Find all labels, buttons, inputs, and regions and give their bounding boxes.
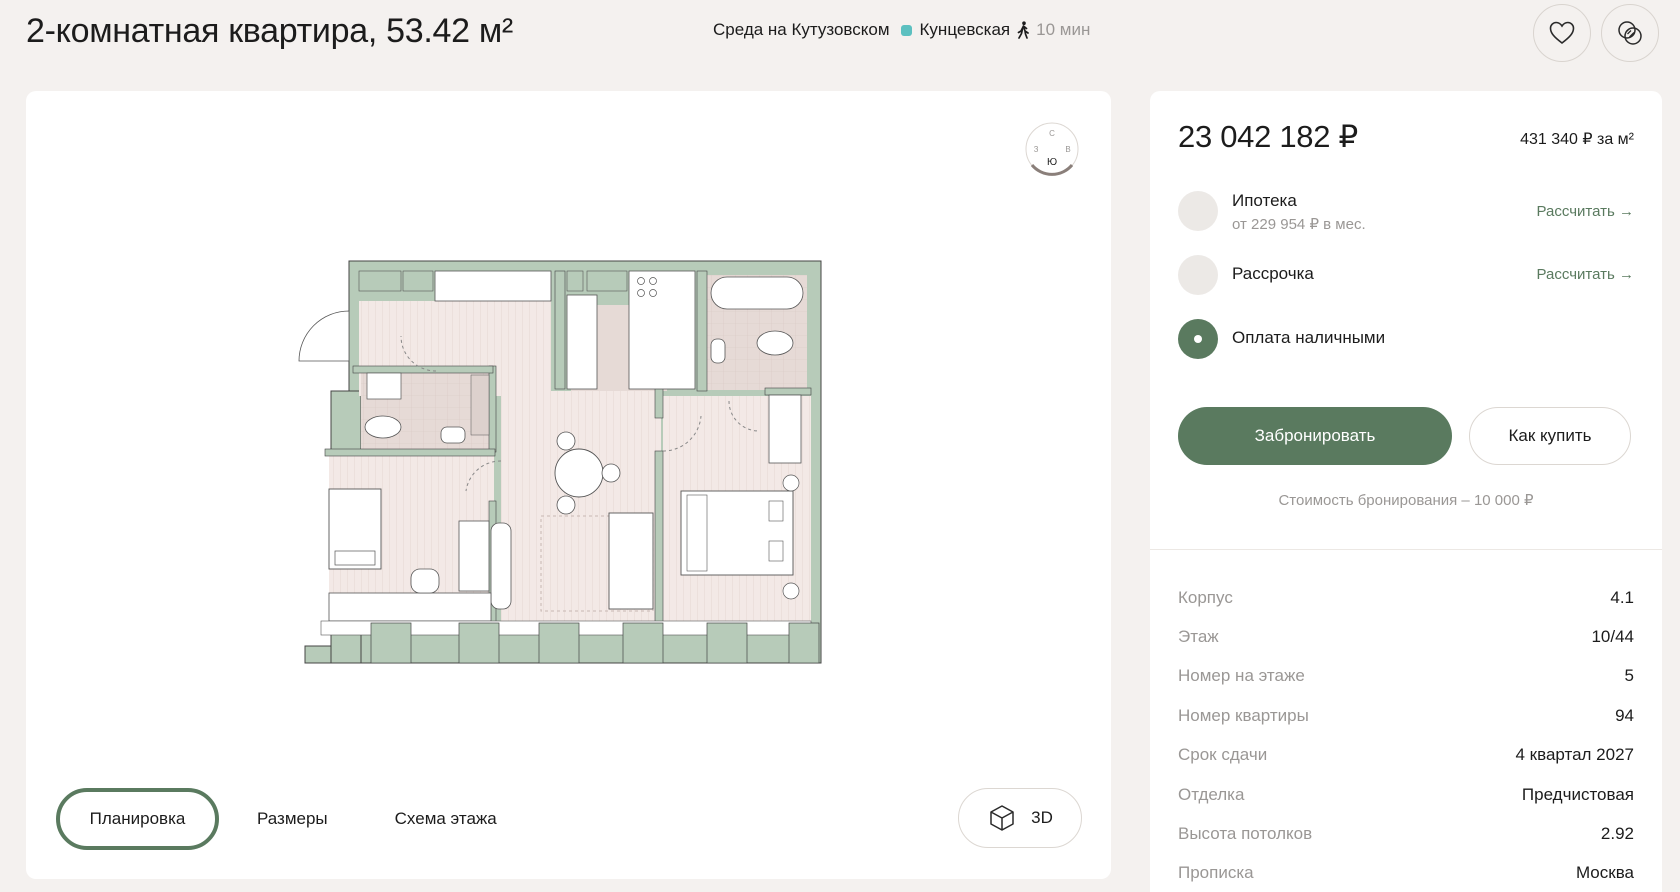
favorite-button[interactable]	[1533, 4, 1591, 62]
cash-radio[interactable]	[1178, 319, 1218, 359]
compass-north: С	[1049, 129, 1055, 138]
payment-option-installment[interactable]: Рассрочка Рассчитать →	[1178, 255, 1634, 299]
property-key: Прописка	[1178, 863, 1254, 883]
property-row: Срок сдачи 4 квартал 2027	[1178, 736, 1634, 775]
divider	[1150, 549, 1662, 550]
property-row: Номер на этаже 5	[1178, 657, 1634, 696]
mortgage-label: Ипотека	[1232, 191, 1297, 210]
property-value: 10/44	[1591, 627, 1634, 647]
compass-west: З	[1034, 145, 1039, 154]
property-key: Этаж	[1178, 627, 1219, 647]
floorplan-card: С З В Ю Планировка Размеры Схема этажа 3…	[26, 91, 1111, 879]
property-row: Прописка Москва	[1178, 854, 1634, 892]
property-value: 2.92	[1600, 824, 1634, 844]
book-button[interactable]: Забронировать	[1178, 407, 1452, 465]
property-value: 5	[1624, 666, 1634, 686]
compass-east: В	[1065, 145, 1070, 154]
property-row: Корпус 4.1	[1178, 578, 1634, 617]
payment-option-mortgage[interactable]: Ипотека от 229 954 ₽ в мес. Рассчитать →	[1178, 191, 1634, 235]
cash-label: Оплата наличными	[1232, 328, 1386, 347]
mortgage-monthly: от 229 954 ₽ в мес.	[1232, 216, 1366, 233]
how-to-buy-button[interactable]: Как купить	[1469, 407, 1631, 465]
property-key: Номер на этаже	[1178, 666, 1305, 686]
compass-south: Ю	[1047, 157, 1057, 168]
location-info: Среда на Кутузовском Кунцевская 10 мин	[713, 20, 1090, 40]
view-3d-button[interactable]: 3D	[958, 788, 1082, 848]
booking-cost-note: Стоимость бронирования – 10 000 ₽	[1278, 492, 1534, 509]
payment-option-cash[interactable]: Оплата наличными	[1178, 319, 1634, 363]
property-value: Москва	[1575, 863, 1634, 883]
compare-icon	[1618, 21, 1642, 45]
page-title: 2-комнатная квартира, 53.42 м²	[26, 12, 513, 50]
property-value: Предчистовая	[1521, 784, 1634, 804]
price: 23 042 182 ₽	[1178, 119, 1358, 154]
installment-label: Рассрочка	[1232, 264, 1314, 283]
property-key: Срок сдачи	[1178, 745, 1268, 765]
property-key: Отделка	[1178, 784, 1245, 804]
property-row: Отделка Предчистовая	[1178, 775, 1634, 814]
property-value: 4.1	[1610, 587, 1634, 607]
property-key: Высота потолков	[1178, 824, 1313, 844]
property-key: Номер квартиры	[1178, 705, 1309, 725]
property-row: Высота потолков 2.92	[1178, 814, 1634, 853]
property-value: 94	[1615, 705, 1634, 725]
floorplan-image	[298, 260, 822, 664]
tab-dimensions[interactable]: Размеры	[257, 788, 328, 850]
property-key: Корпус	[1178, 587, 1233, 607]
installment-radio[interactable]	[1178, 255, 1218, 295]
heart-icon	[1549, 21, 1575, 45]
compare-button[interactable]	[1601, 4, 1659, 62]
tab-layout[interactable]: Планировка	[56, 788, 219, 850]
metro-line-icon	[900, 24, 912, 36]
walking-icon	[1017, 21, 1029, 39]
property-row: Этаж 10/44	[1178, 617, 1634, 656]
plan-tabs: Планировка Размеры Схема этажа	[56, 788, 497, 850]
tab-floor-scheme[interactable]: Схема этажа	[395, 788, 497, 850]
view-3d-label: 3D	[1031, 808, 1053, 827]
walk-time: 10 мин	[1036, 20, 1091, 39]
metro-station: Кунцевская	[919, 20, 1011, 39]
property-row: Номер квартиры 94	[1178, 696, 1634, 735]
mortgage-radio[interactable]	[1178, 191, 1218, 231]
apartment-properties: Корпус 4.1 Этаж 10/44 Номер на этаже 5 Номе…	[1178, 578, 1634, 892]
page-header: 2-комнатная квартира, 53.42 м² Среда на …	[0, 0, 1680, 70]
mortgage-calculate-link[interactable]: Рассчитать →	[1537, 203, 1634, 220]
installment-calculate-link[interactable]: Рассчитать →	[1537, 266, 1634, 283]
property-value: 4 квартал 2027	[1515, 745, 1634, 765]
cube-icon	[990, 805, 1014, 831]
compass-icon: С З В Ю	[1025, 122, 1079, 176]
price-per-m2: 431 340 ₽ за м²	[1520, 131, 1634, 148]
complex-name[interactable]: Среда на Кутузовском	[713, 20, 890, 40]
info-card: 23 042 182 ₽ 431 340 ₽ за м² Ипотека от …	[1150, 91, 1662, 892]
